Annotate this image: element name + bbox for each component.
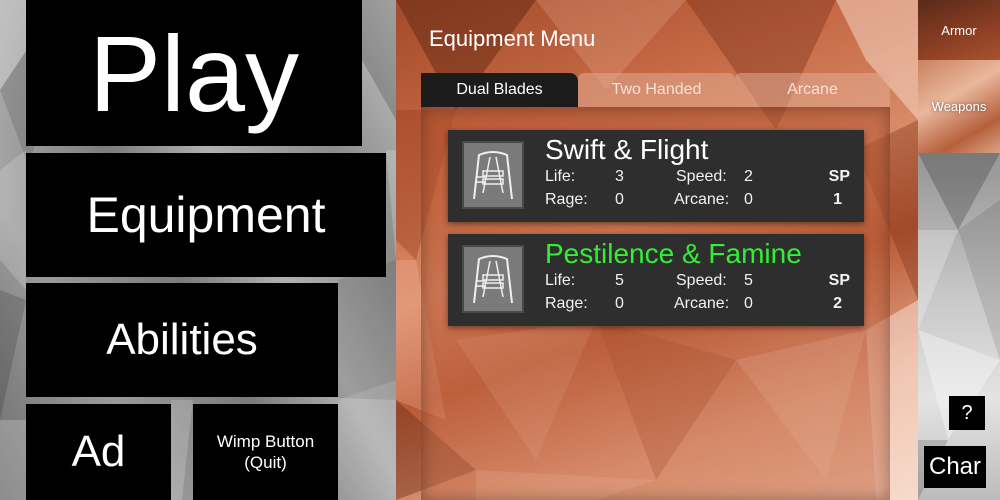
life-value: 5	[615, 272, 624, 289]
life-label: Life:	[545, 168, 576, 185]
sp-label: SP	[828, 272, 850, 289]
help-button-label: ?	[961, 401, 973, 424]
character-button[interactable]: Char	[924, 446, 986, 488]
item-name-selected: Pestilence & Famine	[545, 238, 802, 269]
arcane-label: Arcane:	[674, 191, 730, 208]
weapons-nav-button[interactable]: Weapons	[918, 60, 1000, 153]
tab-label: Dual Blades	[456, 81, 543, 98]
play-button-label: Play	[88, 12, 300, 134]
ad-button-label: Ad	[71, 427, 126, 476]
life-label: Life:	[545, 272, 576, 289]
tab-label: Arcane	[787, 81, 838, 98]
arcane-value: 0	[744, 295, 753, 312]
rage-label: Rage:	[545, 295, 588, 312]
quit-button[interactable]: Wimp Button (Quit)	[193, 404, 338, 500]
sp-value: 1	[833, 191, 842, 208]
armor-nav-label: Armor	[941, 22, 977, 38]
arcane-label: Arcane:	[674, 295, 730, 312]
play-button[interactable]: Play	[26, 0, 362, 146]
item-name: Swift & Flight	[545, 134, 709, 165]
sp-value: 2	[833, 295, 842, 312]
speed-value: 5	[744, 272, 753, 289]
rage-value: 0	[615, 191, 624, 208]
tab-arcane[interactable]: Arcane	[735, 73, 890, 107]
dual-blades-icon	[462, 245, 524, 313]
equipment-button-label: Equipment	[86, 187, 326, 243]
character-button-label: Char	[928, 453, 982, 480]
tab-dual-blades[interactable]: Dual Blades	[421, 73, 578, 107]
life-value: 3	[615, 168, 624, 185]
dual-blades-icon	[462, 141, 524, 209]
armor-nav-button[interactable]: Armor	[918, 0, 1000, 60]
quit-button-label-line2: (Quit)	[244, 453, 287, 472]
abilities-button[interactable]: Abilities	[26, 283, 338, 397]
rage-value: 0	[615, 295, 624, 312]
tab-two-handed[interactable]: Two Handed	[578, 73, 735, 107]
tab-label: Two Handed	[611, 81, 702, 98]
equipment-button[interactable]: Equipment	[26, 153, 386, 277]
arcane-value: 0	[744, 191, 753, 208]
equipment-menu-title: Equipment Menu	[429, 26, 596, 51]
sp-label: SP	[828, 168, 850, 185]
quit-button-label-line1: Wimp Button	[216, 432, 315, 451]
ad-button[interactable]: Ad	[26, 404, 171, 500]
equipment-item[interactable]: Pestilence & Famine Life: 5 Rage: 0 Spee…	[448, 234, 864, 326]
rage-label: Rage:	[545, 191, 588, 208]
speed-label: Speed:	[676, 168, 727, 185]
speed-value: 2	[744, 168, 753, 185]
weapons-nav-label: Weapons	[931, 99, 987, 114]
speed-label: Speed:	[676, 272, 727, 289]
abilities-button-label: Abilities	[106, 315, 258, 364]
weapon-category-tabs: Dual Blades Two Handed Arcane	[421, 73, 890, 107]
equipment-item[interactable]: Swift & Flight Life: 3 Rage: 0 Speed: 2 …	[448, 130, 864, 222]
help-button[interactable]: ?	[949, 396, 985, 430]
